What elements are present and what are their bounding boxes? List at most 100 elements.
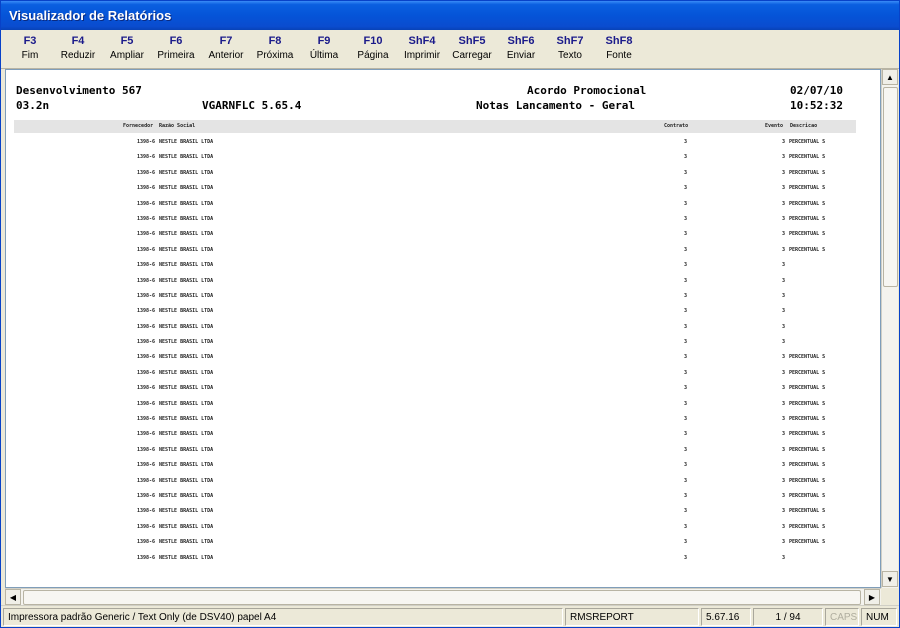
cell-fornecedor: 1398-6	[137, 277, 156, 284]
toolbar-button-fim[interactable]: F3 Fim	[5, 32, 55, 66]
function-key-toolbar: F3 Fim F4 Reduzir F5 Ampliar F6 Primeira…	[1, 30, 899, 69]
cell-razao-social: NESTLE BRASIL LTDA	[159, 215, 214, 222]
toolbar-button-proxima[interactable]: F8 Próxima	[250, 32, 300, 66]
cell-evento: 3	[782, 262, 786, 269]
toolbar-label: Enviar	[506, 50, 536, 61]
toolbar-button-texto[interactable]: ShF7 Texto	[545, 32, 595, 66]
toolbar-button-carregar[interactable]: ShF5 Carregar	[447, 32, 497, 66]
cell-fornecedor: 1398-6	[137, 354, 156, 361]
report-row: 1398-6 NESTLE BRASIL LTDA 3 3 PERCENTUAL S	[6, 535, 880, 550]
scroll-down-button[interactable]: ▼	[882, 571, 898, 587]
scroll-up-button[interactable]: ▲	[882, 69, 898, 85]
cell-fornecedor: 1398-6	[137, 462, 156, 469]
report-row: 1398-6 NESTLE BRASIL LTDA 3 3	[6, 289, 880, 304]
vertical-scroll-thumb[interactable]	[883, 87, 898, 287]
toolbar-label: Primeira	[157, 50, 195, 61]
scroll-left-button[interactable]: ◀	[5, 589, 21, 605]
toolbar-key: ShF4	[408, 35, 436, 47]
cell-razao-social: NESTLE BRASIL LTDA	[159, 200, 214, 207]
report-column-header: Fornecedor Razão Social Contrato Evento …	[14, 120, 856, 133]
cell-descricao: PERCENTUAL S	[789, 185, 826, 192]
cell-fornecedor: 1398-6	[137, 169, 156, 176]
cell-evento: 3	[782, 139, 786, 145]
cell-fornecedor: 1398-6	[137, 554, 156, 561]
cell-fornecedor: 1398-6	[137, 492, 156, 499]
report-page-viewport[interactable]: Desenvolvimento 567 03.2n VGARNFLC 5.65.…	[5, 69, 881, 588]
report-row: 1398-6 NESTLE BRASIL LTDA 3 3 PERCENTUAL S	[6, 243, 880, 258]
cell-razao-social: NESTLE BRASIL LTDA	[159, 539, 214, 546]
horizontal-scrollbar[interactable]: ◀ ▶	[5, 588, 881, 605]
cell-fornecedor: 1398-6	[137, 185, 156, 192]
cell-fornecedor: 1398-6	[137, 231, 156, 238]
cell-razao-social: NESTLE BRASIL LTDA	[159, 431, 214, 438]
toolbar-button-ampliar[interactable]: F5 Ampliar	[102, 32, 152, 66]
cell-descricao: PERCENTUAL S	[789, 508, 826, 515]
toolbar-label: Anterior	[208, 50, 244, 61]
scroll-right-button[interactable]: ▶	[864, 589, 880, 605]
toolbar-label: Fonte	[606, 50, 632, 61]
column-descricao: Descricao	[790, 123, 818, 129]
report-row: 1398-6 NESTLE BRASIL LTDA 3 3 PERCENTUAL S	[6, 150, 880, 165]
toolbar-key: F3	[23, 35, 37, 47]
status-bar: Impressora padrão Generic / Text Only (d…	[1, 605, 899, 627]
toolbar-button-anterior[interactable]: F7 Anterior	[201, 32, 251, 66]
cell-evento: 3	[782, 385, 786, 392]
title-bar[interactable]: Visualizador de Relatórios	[1, 1, 899, 30]
toolbar-key: F9	[317, 35, 331, 47]
cell-razao-social: NESTLE BRASIL LTDA	[159, 554, 214, 561]
cell-descricao: PERCENTUAL S	[789, 200, 826, 207]
toolbar-button-imprimir[interactable]: ShF4 Imprimir	[397, 32, 447, 66]
cell-evento: 3	[782, 431, 786, 438]
cell-fornecedor: 1398-6	[137, 385, 156, 392]
cell-contrato: 3	[684, 400, 688, 407]
cell-contrato: 3	[684, 308, 688, 315]
cell-razao-social: NESTLE BRASIL LTDA	[159, 477, 214, 484]
cell-descricao: PERCENTUAL S	[789, 215, 826, 222]
cell-fornecedor: 1398-6	[137, 215, 156, 222]
cell-contrato: 3	[684, 169, 688, 176]
cell-contrato: 3	[684, 262, 688, 269]
horizontal-scroll-thumb[interactable]	[23, 590, 861, 605]
toolbar-label: Fim	[21, 50, 39, 61]
toolbar-label: Próxima	[256, 50, 294, 61]
cell-contrato: 3	[684, 246, 688, 253]
cell-razao-social: NESTLE BRASIL LTDA	[159, 339, 214, 346]
report-title: Acordo Promocional	[527, 84, 647, 97]
report-company: Desenvolvimento 567	[16, 84, 142, 97]
cell-evento: 3	[782, 323, 786, 330]
cell-evento: 3	[782, 277, 786, 284]
toolbar-label: Ampliar	[110, 50, 144, 61]
toolbar-label: Carregar	[452, 50, 492, 61]
cell-contrato: 3	[684, 339, 688, 346]
status-num: NUM	[861, 608, 897, 626]
toolbar-key: F5	[120, 35, 134, 47]
toolbar-key: F10	[363, 35, 383, 47]
cell-fornecedor: 1398-6	[137, 431, 156, 438]
column-razao-social: Razão Social	[159, 123, 196, 129]
toolbar-button-pagina[interactable]: F10 Página	[348, 32, 398, 66]
cell-descricao: PERCENTUAL S	[789, 385, 826, 392]
toolbar-button-primeira[interactable]: F6 Primeira	[151, 32, 201, 66]
vertical-scrollbar[interactable]: ▲ ▼	[881, 69, 898, 588]
cell-descricao: PERCENTUAL S	[789, 492, 826, 499]
cell-descricao: PERCENTUAL S	[789, 416, 826, 423]
cell-evento: 3	[782, 508, 786, 515]
cell-evento: 3	[782, 446, 786, 453]
cell-descricao: PERCENTUAL S	[789, 477, 826, 484]
toolbar-button-reduzir[interactable]: F4 Reduzir	[53, 32, 103, 66]
toolbar-label: Página	[357, 50, 389, 61]
toolbar-button-ultima[interactable]: F9 Última	[299, 32, 349, 66]
column-evento: Evento	[765, 123, 784, 129]
toolbar-button-fonte[interactable]: ShF8 Fonte	[594, 32, 644, 66]
cell-razao-social: NESTLE BRASIL LTDA	[159, 185, 214, 192]
cell-fornecedor: 1398-6	[137, 200, 156, 207]
cell-razao-social: NESTLE BRASIL LTDA	[159, 508, 214, 515]
toolbar-button-enviar[interactable]: ShF6 Enviar	[496, 32, 546, 66]
report-row: 1398-6 NESTLE BRASIL LTDA 3 3 PERCENTUAL S	[6, 412, 880, 427]
report-row: 1398-6 NESTLE BRASIL LTDA 3 3	[6, 320, 880, 335]
cell-razao-social: NESTLE BRASIL LTDA	[159, 262, 214, 269]
cell-fornecedor: 1398-6	[137, 154, 156, 161]
cell-contrato: 3	[684, 215, 688, 222]
cell-evento: 3	[782, 339, 786, 346]
cell-fornecedor: 1398-6	[137, 539, 156, 546]
